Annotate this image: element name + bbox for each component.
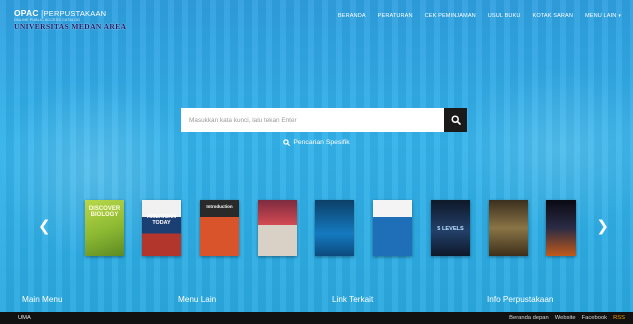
footer-main-menu: Main Menu <box>22 295 63 304</box>
book-cover[interactable]: Introduction <box>200 200 239 256</box>
book-carousel: ❮ DISCOVER BIOLOGY AMERICAN TODAY Introd… <box>0 196 633 260</box>
footer-info-perpustakaan: Info Perpustakaan <box>487 295 554 304</box>
link-beranda-depan[interactable]: Beranda depan <box>509 315 549 321</box>
nav-cek-peminjaman[interactable]: CEK PEMINJAMAN <box>419 11 482 21</box>
bottom-bar: UMA Beranda depan Website Facebook RSS <box>0 312 633 324</box>
footer-menu-lain: Menu Lain <box>178 295 217 304</box>
carousel-next-icon[interactable]: ❯ <box>596 219 609 234</box>
footer-link-terkait: Link Terkait <box>332 295 374 304</box>
book-cover[interactable] <box>546 200 576 256</box>
book-cover[interactable] <box>489 200 528 256</box>
bottom-bar-uma: UMA <box>18 315 31 321</box>
hero-background <box>0 0 633 312</box>
main-nav: BERANDA PERATURAN CEK PEMINJAMAN USUL BU… <box>332 11 627 21</box>
book-cover[interactable] <box>258 200 297 256</box>
book-title: AMERICAN TODAY <box>146 214 177 226</box>
search-bar <box>181 108 467 132</box>
logo-perpustakaan: [PERPUSTAKAAN <box>41 9 107 18</box>
nav-usul-buku[interactable]: USUL BUKU <box>482 11 527 21</box>
site-logo[interactable]: OPAC [PERPUSTAKAAN ONLINE PUBLIC ACCESS … <box>14 9 126 31</box>
carousel-prev-icon[interactable]: ❮ <box>38 219 51 234</box>
nav-kotak-saran[interactable]: KOTAK SARAN <box>527 11 579 21</box>
nav-menu-lain[interactable]: MENU LAIN ▾ <box>579 11 627 21</box>
logo-university: UNIVERSITAS MEDAN AREA <box>14 22 127 31</box>
nav-beranda[interactable]: BERANDA <box>332 11 372 21</box>
book-cover[interactable] <box>315 200 354 256</box>
link-rss[interactable]: RSS <box>613 315 625 321</box>
advanced-search-link[interactable]: Pencarian Spesifik <box>0 139 633 148</box>
search-input[interactable] <box>181 108 444 132</box>
nav-peraturan[interactable]: PERATURAN <box>372 11 419 21</box>
search-icon <box>283 139 291 146</box>
bottom-links: Beranda depan Website Facebook RSS <box>509 315 625 321</box>
book-cover[interactable]: 5 LEVELS <box>431 200 470 256</box>
book-title: 5 LEVELS <box>437 226 464 232</box>
search-icon <box>450 115 461 125</box>
book-title: Introduction <box>206 204 233 209</box>
link-facebook[interactable]: Facebook <box>582 315 607 321</box>
book-cover[interactable] <box>373 200 412 256</box>
footer-columns: Main Menu Menu Lain Link Terkait Info Pe… <box>0 295 633 307</box>
logo-opac: OPAC <box>14 8 39 18</box>
chevron-down-icon: ▾ <box>618 13 621 19</box>
book-cover[interactable]: AMERICAN TODAY <box>142 200 181 256</box>
search-button[interactable] <box>444 108 467 132</box>
book-title: DISCOVER BIOLOGY <box>88 206 121 218</box>
book-cover[interactable]: DISCOVER BIOLOGY <box>85 200 124 256</box>
nav-menu-lain-label: MENU LAIN <box>585 13 617 19</box>
link-website[interactable]: Website <box>555 315 576 321</box>
advanced-search-label: Pencarian Spesifik <box>293 139 350 146</box>
